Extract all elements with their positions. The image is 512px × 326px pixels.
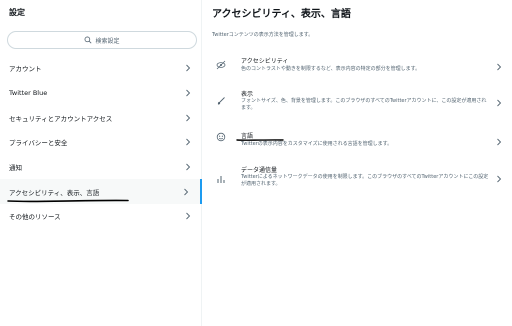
settings-search[interactable]: 検索設定	[7, 31, 197, 49]
accessibility-icon	[216, 60, 226, 70]
settings-detail-panel: アクセシビリティ、表示、言語 Twitterコンテンツの表示方法を管理します。 …	[203, 0, 512, 326]
setting-item-title: 言語	[241, 133, 254, 140]
chevron-right-icon	[497, 99, 502, 107]
sidebar-item-label: アカウント	[9, 65, 42, 74]
setting-item-title: アクセシビリティ	[241, 58, 289, 65]
setting-item-description: Twitterによるネットワークデータの使用を制限します。このブラウザのすべての…	[241, 174, 489, 187]
sidebar-item-account[interactable]: アカウント	[0, 56, 202, 81]
settings-menu: アカウント Twitter Blue セキュリティとアカウントアクセス プライバ…	[0, 56, 202, 229]
sidebar-item-privacy[interactable]: プライバシーと安全	[0, 130, 202, 155]
sidebar-title: 設定	[9, 8, 25, 17]
search-placeholder: 検索設定	[95, 37, 120, 45]
chevron-right-icon	[186, 213, 191, 220]
setting-item-accessibility[interactable]: アクセシビリティ 色のコントラストや動きを制限するなど、表示内容の特定の部分を管…	[203, 52, 512, 82]
sidebar-item-label: Twitter Blue	[9, 89, 48, 98]
sidebar-item-label: セキュリティとアカウントアクセス	[9, 114, 113, 123]
page-description: Twitterコンテンツの表示方法を管理します。	[212, 32, 314, 38]
chevron-right-icon	[497, 175, 502, 183]
sidebar-item-label: アクセシビリティ、表示、言語	[9, 188, 100, 197]
data-usage-icon	[217, 176, 225, 183]
setting-item-data-usage[interactable]: データ通信量 Twitterによるネットワークデータの使用を制限します。このブラ…	[203, 162, 512, 196]
sidebar-item-twitter-blue[interactable]: Twitter Blue	[0, 81, 202, 106]
setting-item-title: 表示	[241, 91, 254, 98]
setting-item-description: フォントサイズ、色、背景を管理します。このブラウザのすべてのTwitterアカウ…	[241, 98, 487, 111]
chevron-right-icon	[186, 163, 191, 171]
sidebar-item-label: 通知	[9, 164, 22, 173]
search-icon	[85, 36, 92, 44]
sidebar-item-additional-resources[interactable]: その他のリソース	[0, 204, 202, 229]
brush-icon	[217, 97, 225, 105]
chevron-right-icon	[186, 65, 191, 72]
sidebar-item-notifications[interactable]: 通知	[0, 155, 202, 180]
chevron-right-icon	[497, 138, 502, 146]
sidebar-item-label: その他のリソース	[9, 213, 61, 222]
chevron-right-icon	[186, 89, 191, 97]
setting-item-display[interactable]: 表示 フォントサイズ、色、背景を管理します。このブラウザのすべてのTwitter…	[203, 86, 512, 120]
sidebar-item-security[interactable]: セキュリティとアカウントアクセス	[0, 105, 202, 130]
page-title: アクセシビリティ、表示、言語	[212, 9, 351, 20]
chevron-right-icon	[186, 139, 191, 146]
chevron-right-icon	[184, 188, 189, 196]
globe-icon	[216, 132, 226, 142]
setting-item-title: データ通信量	[241, 167, 278, 174]
sidebar-item-accessibility-display-language[interactable]: アクセシビリティ、表示、言語	[0, 179, 202, 205]
setting-item-description: Twitterの表示内容をカスタマイズに使用される言語を管理します。	[241, 141, 393, 147]
setting-item-language[interactable]: 言語 Twitterの表示内容をカスタマイズに使用される言語を管理します。	[203, 128, 512, 156]
chevron-right-icon	[497, 63, 502, 71]
setting-item-description: 色のコントラストや動きを制限するなど、表示内容の特定の部分を管理します。	[241, 66, 421, 72]
settings-sidebar: 設定 検索設定 アカウント Twitter Blue セキュリティとアカウントア…	[0, 0, 202, 326]
chevron-right-icon	[186, 114, 191, 122]
sidebar-item-label: プライバシーと安全	[9, 139, 68, 148]
